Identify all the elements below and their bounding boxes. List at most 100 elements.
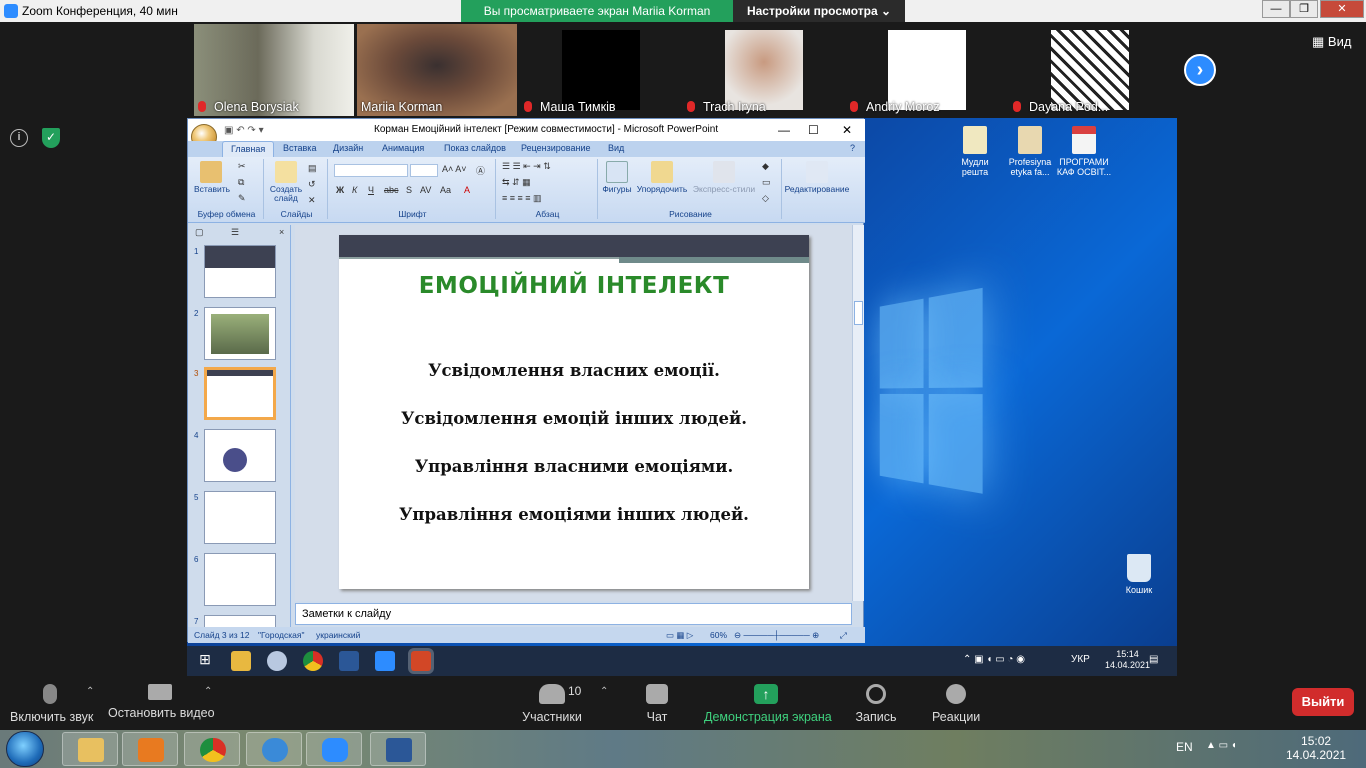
slide-thumbnail[interactable] xyxy=(204,245,276,298)
slide-edit-area[interactable]: ЕМОЦІЙНИЙ ІНТЕЛЕКТ Усвідомлення власних … xyxy=(295,225,852,601)
scroll-thumb[interactable] xyxy=(854,301,863,325)
taskbar-chrome[interactable] xyxy=(184,732,240,766)
video-tile[interactable]: Dayana Pod... xyxy=(1009,24,1169,116)
info-icon[interactable]: i xyxy=(10,129,28,147)
slide-title[interactable]: ЕМОЦІЙНИЙ ІНТЕЛЕКТ xyxy=(339,273,809,299)
chrome-icon[interactable] xyxy=(303,651,323,671)
customize-icon[interactable]: ▾ xyxy=(259,125,264,136)
record-button[interactable]: Запись xyxy=(854,684,898,724)
video-tile-active-speaker[interactable]: Mariia Korman xyxy=(357,24,517,116)
windows-start-icon[interactable]: ⊞ xyxy=(195,651,215,671)
video-options-caret-icon[interactable]: ⌃ xyxy=(204,686,212,697)
desktop-icon-mudly[interactable]: Мудли решта xyxy=(947,126,1003,177)
save-icon[interactable]: ▣ xyxy=(224,125,233,136)
reactions-button[interactable]: Реакции xyxy=(932,684,980,724)
start-orb-icon[interactable] xyxy=(6,731,44,767)
shadow-icon[interactable]: S xyxy=(406,185,412,195)
paste-button[interactable]: Вставить xyxy=(194,161,230,194)
ppt-minimize-button[interactable]: — xyxy=(778,119,790,141)
quick-styles-button[interactable]: Экспресс-стили xyxy=(692,161,756,194)
language-status[interactable]: украинский xyxy=(316,630,360,640)
video-tile[interactable]: Маша Тимків xyxy=(520,24,680,116)
view-buttons-icon[interactable]: ▭ ▦ ▷ xyxy=(666,630,693,641)
slide-bullet[interactable]: Усвідомлення власних емоції. xyxy=(339,361,809,380)
clear-format-icon[interactable]: Ⓐ xyxy=(476,164,485,177)
participants-caret-icon[interactable]: ⌃ xyxy=(600,686,608,697)
format-painter-icon[interactable]: ✎ xyxy=(238,193,246,204)
tray-language[interactable]: УКР xyxy=(1071,654,1090,665)
slide-thumbnail[interactable] xyxy=(204,491,276,544)
spacing-icon[interactable]: AV xyxy=(420,185,431,195)
zoom-level[interactable]: 60% xyxy=(710,630,727,640)
desktop-icon-recycle-bin[interactable]: Кошик xyxy=(1111,554,1167,595)
editing-button[interactable]: Редактирование xyxy=(784,161,850,194)
next-page-arrow-icon[interactable]: › xyxy=(1184,54,1216,86)
notifications-icon[interactable]: ▤ xyxy=(1149,654,1158,665)
delete-slide-icon[interactable]: ✕ xyxy=(308,195,316,206)
bullets-icon[interactable]: ☰ ☰ ⇤ ⇥ ⇅ xyxy=(502,161,551,172)
outline-icon[interactable]: ▭ xyxy=(762,177,771,188)
taskbar-zoom[interactable] xyxy=(306,732,362,766)
zoom-app-icon[interactable] xyxy=(375,651,395,671)
tab-slideshow[interactable]: Показ слайдов xyxy=(444,143,506,153)
underline-icon[interactable]: Ч xyxy=(368,185,374,195)
slide-thumbnail[interactable] xyxy=(204,615,276,627)
slide-thumbnail-selected[interactable] xyxy=(204,367,276,420)
copy-icon[interactable]: ⧉ xyxy=(238,177,244,188)
cut-icon[interactable]: ✂ xyxy=(238,161,246,172)
minimize-button[interactable]: — xyxy=(1262,0,1290,18)
reset-icon[interactable]: ↺ xyxy=(308,179,316,190)
fit-window-icon[interactable]: ⤢ xyxy=(840,630,847,641)
slide-bullet[interactable]: Управління власними емоціями. xyxy=(339,457,809,476)
notes-field[interactable]: Заметки к слайду xyxy=(295,603,852,625)
zoom-slider[interactable]: ⊖ ─────┼───── ⊕ xyxy=(734,630,819,641)
effects-icon[interactable]: ◇ xyxy=(762,193,769,204)
new-slide-button[interactable]: Создать слайд xyxy=(268,161,304,203)
taskbar-ie[interactable] xyxy=(246,732,302,766)
redo-icon[interactable]: ↷ xyxy=(247,125,255,136)
tray-clock[interactable]: 15:14 14.04.2021 xyxy=(1105,649,1150,671)
file-explorer-icon[interactable] xyxy=(231,651,251,671)
font-size-field[interactable] xyxy=(410,164,438,177)
taskbar-media-player[interactable] xyxy=(122,732,178,766)
change-case-icon[interactable]: Aa xyxy=(440,185,451,195)
leave-button[interactable]: Выйти xyxy=(1292,688,1354,716)
current-slide[interactable]: ЕМОЦІЙНИЙ ІНТЕЛЕКТ Усвідомлення власних … xyxy=(339,235,809,589)
direction-icon[interactable]: ⇆ ⇵ ▦ xyxy=(502,177,531,188)
app-icon[interactable] xyxy=(267,651,287,671)
align-icon[interactable]: ≡ ≡ ≡ ≡ ▥ xyxy=(502,193,542,204)
vertical-scrollbar[interactable] xyxy=(852,225,864,601)
tab-design[interactable]: Дизайн xyxy=(333,143,363,153)
system-clock[interactable]: 15:02 14.04.2021 xyxy=(1286,734,1346,762)
strikethrough-icon[interactable]: abc xyxy=(384,185,399,195)
font-color-icon[interactable]: A xyxy=(464,185,470,195)
video-tile[interactable]: Olena Borysiak xyxy=(194,24,354,116)
video-tile[interactable]: Andriy Moroz xyxy=(846,24,1006,116)
stop-video-button[interactable]: Остановить видео xyxy=(108,684,215,720)
tray-icons[interactable]: ⌃ ▣ ◖ ▭ ◔ ◉ xyxy=(963,654,1025,665)
powerpoint-icon[interactable] xyxy=(408,648,434,674)
slide-thumbnail[interactable] xyxy=(204,553,276,606)
ppt-close-button[interactable]: ✕ xyxy=(842,119,852,141)
tab-insert[interactable]: Вставка xyxy=(283,143,316,153)
view-options-button[interactable]: Настройки просмотра ⌄ xyxy=(733,0,905,22)
italic-icon[interactable]: К xyxy=(352,185,357,195)
taskbar-explorer[interactable] xyxy=(62,732,118,766)
ppt-maximize-button[interactable]: ☐ xyxy=(808,119,819,141)
arrange-button[interactable]: Упорядочить xyxy=(636,161,688,194)
desktop-icon-profesiyna[interactable]: Profesiyna etyka fa... xyxy=(1002,126,1058,177)
chat-button[interactable]: Чат xyxy=(642,684,672,724)
video-tile[interactable]: Trach Iryna xyxy=(683,24,843,116)
slide-thumbnail[interactable] xyxy=(204,429,276,482)
shapes-button[interactable]: Фигуры xyxy=(602,161,632,194)
close-button[interactable]: ✕ xyxy=(1320,0,1364,18)
security-shield-icon[interactable]: ✓ xyxy=(42,128,60,148)
maximize-button[interactable]: ❐ xyxy=(1290,0,1318,18)
slide-thumbnail[interactable] xyxy=(204,307,276,360)
close-pane-icon[interactable]: × xyxy=(279,227,284,237)
view-button[interactable]: ▦ Вид xyxy=(1312,34,1351,50)
outline-tab-icon[interactable]: ☰ xyxy=(231,227,239,238)
slide-bullet[interactable]: Усвідомлення емоцій інших людей. xyxy=(339,409,809,428)
tray-icons[interactable]: ▲ ▭ ◖ xyxy=(1206,740,1237,751)
share-screen-button[interactable]: ↑ Демонстрация экрана xyxy=(704,684,832,724)
